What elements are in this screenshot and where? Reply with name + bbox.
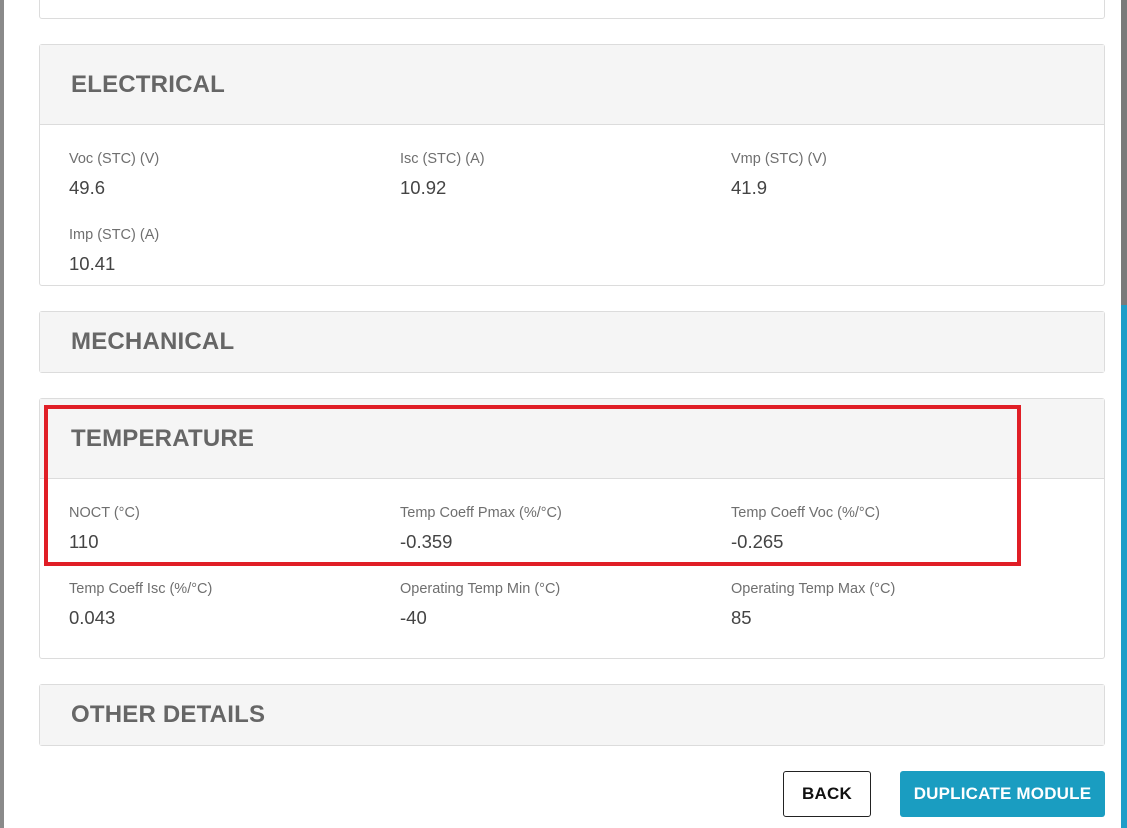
electrical-section: ELECTRICAL Voc (STC) (V) 49.6 Isc (STC) … [39,44,1105,286]
field-operating-temp-min: Operating Temp Min (°C) -40 [400,581,731,657]
temperature-fields: NOCT (°C) 110 Temp Coeff Pmax (%/°C) -0.… [40,479,1104,657]
field-label: Vmp (STC) (V) [731,151,827,167]
field-label: Temp Coeff Pmax (%/°C) [400,505,562,521]
temperature-section: TEMPERATURE NOCT (°C) 110 Temp Coeff Pma… [39,398,1105,659]
field-label: Operating Temp Max (°C) [731,581,896,597]
field-label: Temp Coeff Isc (%/°C) [69,581,213,597]
field-label: Temp Coeff Voc (%/°C) [731,505,880,521]
field-label: Imp (STC) (A) [69,227,160,243]
field-value: 0.043 [69,607,116,628]
field-temp-coeff-voc: Temp Coeff Voc (%/°C) -0.265 [731,505,1062,581]
field-value: 110 [69,531,99,552]
previous-section-card [39,0,1105,19]
electrical-fields: Voc (STC) (V) 49.6 Isc (STC) (A) 10.92 V… [40,125,1104,303]
field-noct: NOCT (°C) 110 [69,505,400,581]
field-temp-coeff-isc: Temp Coeff Isc (%/°C) 0.043 [69,581,400,657]
duplicate-module-button[interactable]: DUPLICATE MODULE [900,771,1105,817]
field-vmp-stc: Vmp (STC) (V) 41.9 [731,151,1062,227]
field-value: -0.265 [731,531,784,552]
other-details-section-title: OTHER DETAILS [71,701,266,728]
mechanical-section: MECHANICAL [39,311,1105,373]
module-details-modal: ELECTRICAL Voc (STC) (V) 49.6 Isc (STC) … [4,0,1121,828]
scrollbar-thumb[interactable] [1121,305,1127,828]
field-temp-coeff-pmax: Temp Coeff Pmax (%/°C) -0.359 [400,505,731,581]
field-value: 49.6 [69,177,106,198]
electrical-section-header[interactable]: ELECTRICAL [40,45,1104,125]
field-value: -40 [400,607,427,628]
field-imp-stc: Imp (STC) (A) 10.41 [69,227,400,303]
field-value: 41.9 [731,177,768,198]
field-operating-temp-max: Operating Temp Max (°C) 85 [731,581,1062,657]
field-voc-stc: Voc (STC) (V) 49.6 [69,151,400,227]
mechanical-section-header[interactable]: MECHANICAL [40,312,1104,372]
field-value: -0.359 [400,531,453,552]
temperature-section-title: TEMPERATURE [71,424,255,452]
field-label: Voc (STC) (V) [69,151,160,167]
field-value: 10.92 [400,177,447,198]
field-label: Operating Temp Min (°C) [400,581,561,597]
other-details-section-header[interactable]: OTHER DETAILS [40,685,1104,745]
back-button[interactable]: BACK [783,771,871,817]
mechanical-section-title: MECHANICAL [71,328,235,355]
field-value: 10.41 [69,253,116,274]
electrical-section-title: ELECTRICAL [71,70,225,98]
field-label: Isc (STC) (A) [400,151,485,167]
temperature-section-header[interactable]: TEMPERATURE [40,399,1104,479]
field-label: NOCT (°C) [69,505,140,521]
field-isc-stc: Isc (STC) (A) 10.92 [400,151,731,227]
other-details-section: OTHER DETAILS [39,684,1105,746]
field-value: 85 [731,607,752,628]
